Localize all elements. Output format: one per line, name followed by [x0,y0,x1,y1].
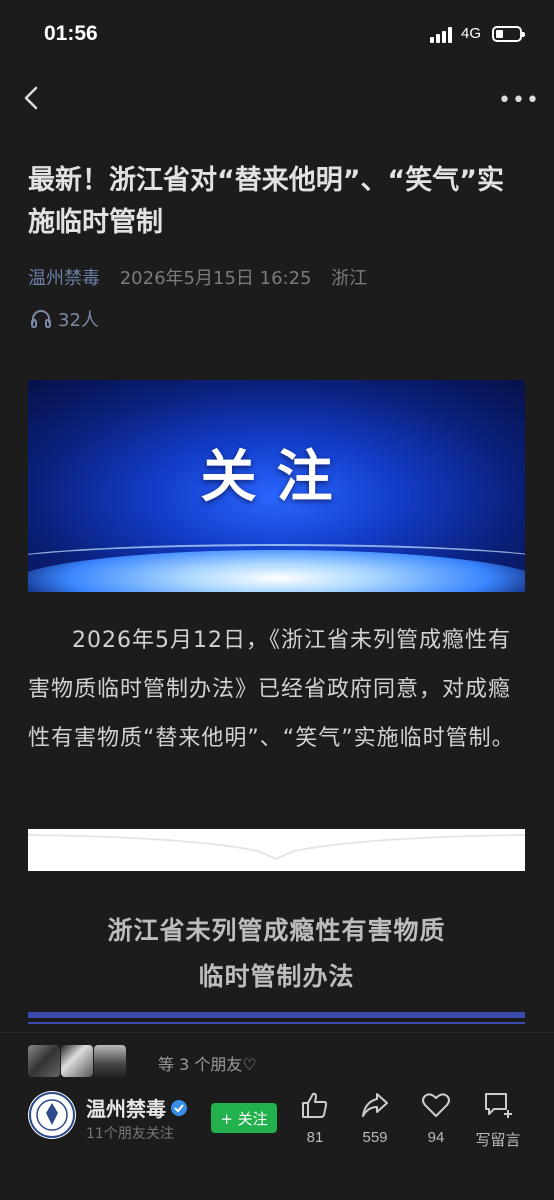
section-heading-line2: 临时管制办法 [198,962,355,991]
favorite-button[interactable]: 94 [406,1091,466,1146]
account-followers: 11个朋友关注 [86,1126,174,1142]
share-button[interactable]: 559 [345,1091,405,1146]
friends-liked-text[interactable]: 等 3 个朋友♡ [158,1051,257,1075]
heart-icon [422,1093,450,1117]
friend-avatars[interactable] [28,1045,127,1077]
back-button[interactable] [20,84,48,112]
status-time: 01:56 [44,22,98,45]
avatar [94,1045,126,1077]
verified-icon [171,1099,187,1116]
headphones-icon [31,310,51,328]
share-icon [362,1093,388,1117]
favorite-count: 94 [427,1129,445,1146]
article-paragraph: 2026年5月12日，《浙江省未列管成瘾性有害物质临时管制办法》已经省政府同意，… [28,628,515,751]
publish-location: 浙江 [331,268,368,289]
article-meta: 温州禁毒 2026年5月15日 16:25 浙江 [28,264,367,290]
like-count: 81 [306,1129,324,1146]
follow-button[interactable]: + 关注 [211,1103,277,1133]
like-button[interactable]: 81 [285,1091,345,1146]
comment-button[interactable]: 写留言 [468,1091,528,1150]
heading-underline [28,1012,525,1018]
section-heading-line1: 浙江省未列管成瘾性有害物质 [107,916,446,945]
publish-date: 2026年5月15日 16:25 [119,268,312,289]
network-type: 4G [461,25,482,42]
section-heading: 浙江省未列管成瘾性有害物质 临时管制办法 [28,908,525,1000]
share-count: 559 [362,1129,388,1146]
listener-count: 32人 [58,310,99,331]
bottom-action-bar: 等 3 个朋友♡ 温州禁毒 11个朋友关注 + 关注 81 559 94 写留言 [0,1032,554,1200]
article-title: 最新！浙江省对“替来他明”、“笑气”实施临时管制 [28,165,504,238]
article-banner-image: 关注 [28,380,525,592]
account-name-text: 温州禁毒 [86,1097,166,1121]
comment-label: 写留言 [475,1132,521,1149]
banner-text: 关注 [200,444,353,510]
status-bar: 01:56 4G [0,0,554,70]
avatar [28,1045,60,1077]
thumbs-up-icon [302,1092,328,1118]
chevron-left-icon [24,86,38,110]
heading-underline-thin [28,1022,525,1024]
account-avatar[interactable] [28,1091,76,1139]
author-link[interactable]: 温州禁毒 [28,268,100,289]
avatar [61,1045,93,1077]
battery-icon [492,26,525,42]
comment-icon [485,1093,512,1118]
more-options-button[interactable]: ••• [498,88,539,113]
listen-button[interactable]: 32人 [30,306,99,332]
signal-icon [430,27,456,43]
account-name[interactable]: 温州禁毒 [86,1093,188,1122]
divider-image [28,829,525,871]
